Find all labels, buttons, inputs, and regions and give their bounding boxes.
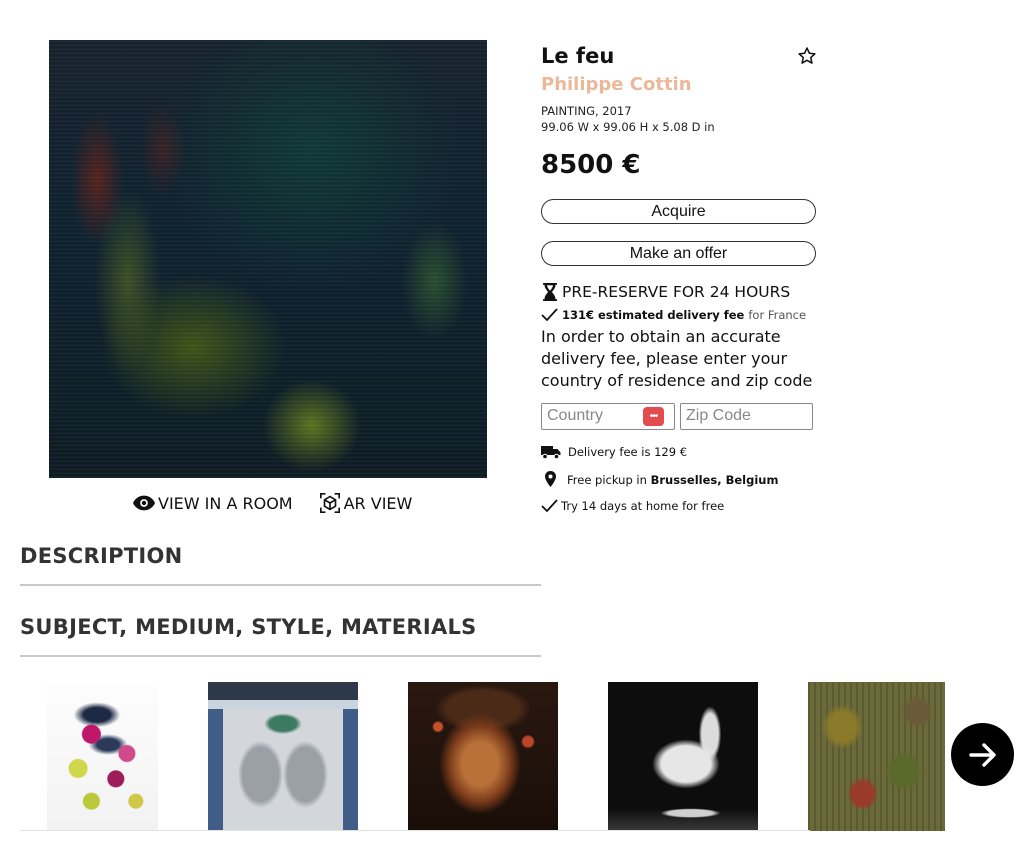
eye-icon [133, 495, 155, 511]
country-field[interactable]: Country ••• [541, 403, 675, 430]
delivery-form: Country ••• Zip Code [541, 403, 817, 430]
password-manager-icon[interactable]: ••• [643, 407, 664, 426]
carousel-divider [20, 830, 810, 831]
pickup-location: Brusselles, Belgium [650, 472, 779, 487]
star-outline-icon[interactable] [797, 46, 817, 66]
pickup-prefix: Free pickup in [567, 472, 647, 487]
try-home-row: Try 14 days at home for free [541, 498, 817, 514]
country-placeholder: Country [547, 407, 604, 424]
related-artwork-thumbnail[interactable] [208, 682, 358, 831]
view-in-room-label: VIEW IN A ROOM [158, 493, 293, 513]
hourglass-icon [543, 283, 557, 301]
subject-section[interactable]: SUBJECT, MEDIUM, STYLE, MATERIALS [20, 613, 541, 657]
truck-icon [541, 446, 561, 459]
subject-heading[interactable]: SUBJECT, MEDIUM, STYLE, MATERIALS [20, 613, 541, 641]
artwork-title: Le feu [541, 44, 615, 68]
related-artwork-thumbnail[interactable] [408, 682, 558, 831]
artwork-meta: PAINTING, 2017 99.06 W x 99.06 H x 5.08 … [541, 103, 817, 135]
pickup-row: Free pickup in Brusselles, Belgium [541, 471, 817, 488]
make-offer-button[interactable]: Make an offer [541, 241, 816, 266]
prereserve-notice: PRE-RESERVE FOR 24 HOURS [541, 281, 817, 303]
map-pin-icon [545, 471, 556, 487]
try-home-text: Try 14 days at home for free [561, 499, 725, 513]
delivery-estimate-fee: 131€ estimated delivery fee [562, 308, 745, 322]
ar-view-link[interactable]: AR VIEW [319, 492, 413, 514]
related-artwork-thumbnail[interactable] [808, 682, 945, 831]
artwork-image[interactable] [49, 40, 487, 478]
related-artwork-thumbnail[interactable] [47, 682, 158, 831]
delivery-fee-row: Delivery fee is 129 € [541, 444, 817, 460]
artist-name[interactable]: Philippe Cottin [541, 72, 817, 98]
description-section[interactable]: DESCRIPTION [20, 542, 541, 586]
price: 8500 € [541, 150, 641, 180]
artwork-info-panel: Le feu Philippe Cottin PAINTING, 2017 99… [541, 42, 817, 514]
checkmark-icon [541, 308, 558, 322]
view-in-room-link[interactable]: VIEW IN A ROOM [133, 492, 293, 514]
delivery-fee-text: Delivery fee is 129 € [568, 445, 688, 459]
category-year: PAINTING, 2017 [541, 104, 632, 118]
dimensions: 99.06 W x 99.06 H x 5.08 D in [541, 120, 715, 134]
description-heading[interactable]: DESCRIPTION [20, 542, 541, 570]
zip-placeholder: Zip Code [686, 407, 751, 424]
delivery-estimate: 131€ estimated delivery fee for France [541, 307, 817, 323]
view-options: VIEW IN A ROOM AR VIEW [133, 492, 412, 514]
checkmark-icon [541, 499, 558, 513]
acquire-button[interactable]: Acquire [541, 199, 816, 224]
ar-view-label: AR VIEW [343, 493, 413, 513]
arrow-right-icon [968, 742, 996, 767]
prereserve-label: PRE-RESERVE FOR 24 HOURS [562, 283, 791, 301]
ar-cube-icon [319, 493, 340, 513]
delivery-instructions: In order to obtain an accurate delivery … [541, 327, 813, 390]
carousel-next-button[interactable] [951, 723, 1014, 786]
zip-code-field[interactable]: Zip Code [680, 403, 813, 430]
pickup-text: Free pickup in Brusselles, Belgium [567, 472, 778, 488]
delivery-estimate-country: for France [748, 308, 807, 322]
related-artworks-carousel [0, 682, 1036, 832]
related-artwork-thumbnail[interactable] [608, 682, 758, 831]
